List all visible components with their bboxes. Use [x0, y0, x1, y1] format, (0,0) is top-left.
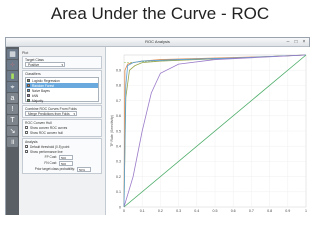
classifiers-label: Classifiers — [25, 72, 41, 76]
close-button[interactable]: × — [301, 39, 307, 45]
combine-select[interactable]: Merge Predictions from Folds ▾ — [25, 111, 77, 116]
checkbox-checked[interactable]: ✓ — [25, 150, 29, 154]
exclamation-icon[interactable]: ! — [7, 104, 18, 114]
color-swatch — [27, 79, 30, 82]
analysis-box: Analysis ✓ Default threshold (0.5) point … — [22, 138, 102, 174]
x-tick-label: 0.6 — [231, 209, 236, 213]
text-t-icon[interactable]: T — [7, 115, 18, 125]
fp-cost-label: FP Cost: — [44, 155, 57, 159]
pause-icon[interactable]: ॥ — [7, 137, 18, 147]
minimize-button[interactable]: – — [285, 39, 291, 45]
y-tick-label: 0.7 — [116, 99, 121, 103]
widget-toolbar: ▦ ⁘ ▮ ⌖ a ! T ↘ ॥ — [6, 47, 19, 215]
checkbox-label: Show convex ROC curves — [30, 125, 68, 130]
fn-cost-label: FN Cost: — [44, 161, 57, 165]
arrow-icon[interactable]: ↘ — [7, 126, 18, 136]
y-tick-label: 0.1 — [116, 190, 121, 194]
classifiers-list[interactable]: Logistic Regression Random Forest Naive … — [25, 77, 99, 103]
window-controls: – □ × — [285, 39, 307, 45]
x-tick-label: 0.1 — [140, 209, 145, 213]
settings-panel: Plot Target Class Positive ▾ Classifiers… — [19, 47, 106, 215]
classifier-name: Logistic Regression — [32, 78, 60, 83]
y-tick-label: 0.9 — [116, 69, 121, 73]
hull-box: ROC Convex Hull Show convex ROC curves S… — [22, 119, 102, 137]
fn-cost-input[interactable]: 500 — [59, 160, 73, 166]
classifier-name: Random Forest — [32, 83, 54, 88]
color-swatch — [27, 84, 30, 87]
roc-plot-area[interactable]: TP Rate (Sensitivity) 0 0.1 0.2 0.3 0.4 0.5 0.… — [106, 47, 310, 215]
color-swatch — [27, 99, 30, 102]
y-tick-label: 0 — [119, 205, 121, 209]
x-tick-label: 0.9 — [285, 209, 290, 213]
window-title: ROC Analysis — [145, 39, 170, 44]
chevron-down-icon: ▾ — [61, 63, 63, 67]
convex-hull-checkbox[interactable]: Show ROC convex hull — [25, 130, 99, 135]
plot-section-label: Plot — [22, 51, 29, 55]
y-tick-label: 0.3 — [116, 160, 121, 164]
classifier-name: Majority — [32, 98, 44, 103]
classifier-name: kNN — [32, 93, 39, 98]
checkbox-checked[interactable]: ✓ — [25, 145, 29, 149]
classifier-name: Naive Bayes — [32, 88, 50, 93]
x-tick-label: 1 — [305, 209, 307, 213]
checkbox-label: Show performance line — [30, 149, 63, 154]
x-tick-label: 0 — [123, 209, 125, 213]
bar-icon[interactable]: ▮ — [7, 71, 18, 81]
y-tick-label: 0.5 — [116, 129, 121, 133]
y-tick-label: 0.4 — [116, 145, 121, 149]
prior-row: Prior target class probability: 50% — [25, 166, 99, 172]
text-a-icon[interactable]: a — [7, 93, 18, 103]
y-tick-label: 0.2 — [116, 175, 121, 179]
classifier-item[interactable]: Majority — [26, 98, 98, 103]
x-tick-label: 0.2 — [158, 209, 163, 213]
y-tick-label: 0.8 — [116, 84, 121, 88]
x-tick-label: 0.3 — [176, 209, 181, 213]
checkbox-label: Show ROC convex hull — [30, 130, 63, 135]
chevron-down-icon: ▾ — [73, 112, 75, 116]
checkbox[interactable] — [25, 126, 28, 129]
target-class-box: Target Class Positive ▾ — [22, 56, 102, 69]
roc-chart: TP Rate (Sensitivity) 0 0.1 0.2 0.3 0.4 0.5 0.… — [110, 54, 307, 213]
table-icon[interactable]: ▦ — [7, 49, 18, 59]
window-titlebar[interactable]: ROC Analysis – □ × — [6, 38, 309, 47]
y-tick-label: 0.6 — [116, 114, 121, 118]
color-swatch — [27, 94, 30, 97]
maximize-button[interactable]: □ — [293, 39, 299, 45]
scatter-icon[interactable]: ⁘ — [7, 60, 18, 70]
checkbox[interactable] — [25, 131, 28, 134]
slide-title: Area Under the Curve - ROC — [50, 4, 270, 23]
target-class-value: Positive — [28, 63, 40, 67]
target-class-select[interactable]: Positive ▾ — [25, 62, 65, 67]
combine-folds-box: Combine ROC Curves From Folds Merge Pred… — [22, 105, 102, 118]
prior-label: Prior target class probability: — [34, 167, 75, 171]
classifiers-box: Classifiers Logistic Regression Random F… — [22, 70, 102, 104]
checkbox-label: Default threshold (0.5) point — [30, 144, 70, 149]
y-axis-label: TP Rate (Sensitivity) — [110, 115, 114, 147]
combine-value: Merge Predictions from Folds — [28, 112, 70, 116]
x-tick-label: 0.8 — [267, 209, 272, 213]
x-tick-label: 0.5 — [213, 209, 218, 213]
tree-icon[interactable]: ⌖ — [7, 82, 18, 92]
x-tick-label: 0.4 — [194, 209, 199, 213]
app-window: ROC Analysis – □ × ▦ ⁘ ▮ ⌖ a ! T ↘ ॥ Plo… — [5, 37, 310, 215]
prior-input[interactable]: 50% — [77, 166, 91, 172]
x-tick-label: 0.7 — [249, 209, 254, 213]
fp-cost-input[interactable]: 500 — [59, 154, 73, 160]
color-swatch — [27, 89, 30, 92]
